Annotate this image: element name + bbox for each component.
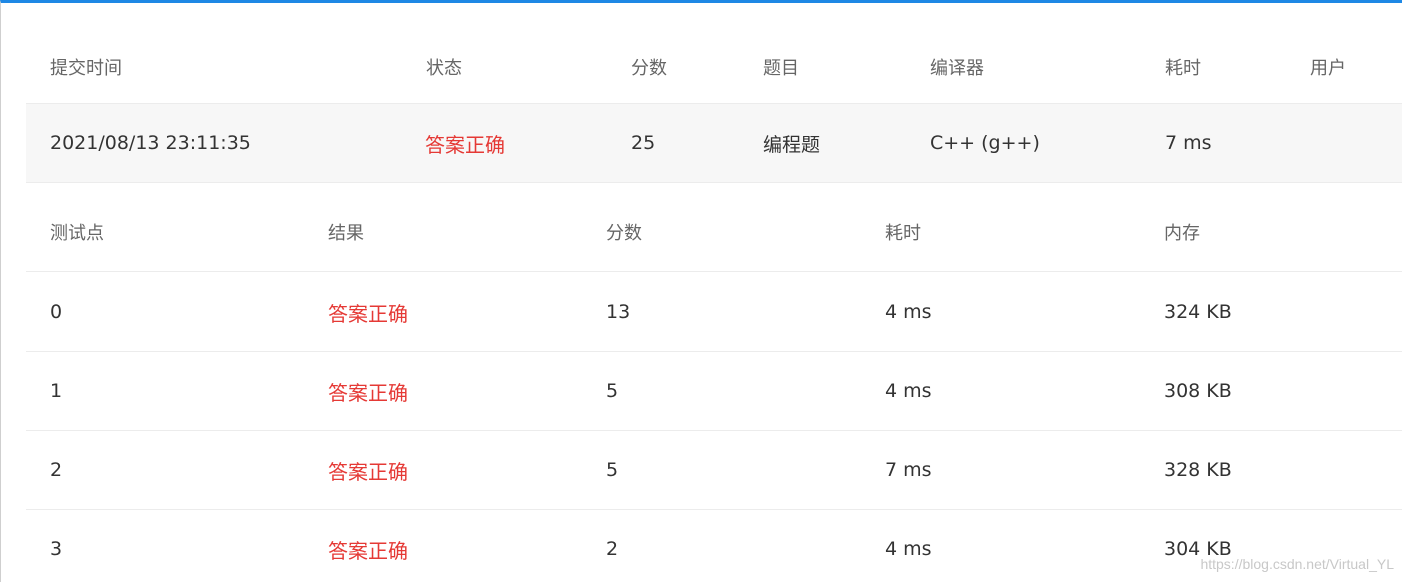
case-memory: 304 KB xyxy=(1164,538,1232,560)
case-score: 2 xyxy=(606,538,619,560)
table-row: 0 答案正确 13 4 ms 324 KB xyxy=(26,273,1402,352)
header-problem: 题目 xyxy=(763,57,799,79)
header-status: 状态 xyxy=(426,57,462,79)
case-score: 5 xyxy=(606,459,619,481)
watermark: https://blog.csdn.net/Virtual_YL xyxy=(1200,556,1394,572)
submit-time: 2021/08/13 23:11:35 xyxy=(50,132,251,154)
case-id: 1 xyxy=(50,380,63,402)
header-test-case: 测试点 xyxy=(50,223,104,244)
case-result: 答案正确 xyxy=(328,459,408,484)
header-submit-time: 提交时间 xyxy=(50,57,122,79)
table-row: 2 答案正确 5 7 ms 328 KB xyxy=(26,431,1402,510)
header-compiler: 编译器 xyxy=(930,57,984,79)
table-row: 1 答案正确 5 4 ms 308 KB xyxy=(26,352,1402,431)
case-elapsed: 4 ms xyxy=(885,538,932,560)
header-case-elapsed: 耗时 xyxy=(885,223,921,244)
summary-row: 2021/08/13 23:11:35 答案正确 25 编程题 C++ (g++… xyxy=(26,103,1402,183)
table-row: 3 答案正确 2 4 ms 304 KB xyxy=(26,510,1402,588)
case-elapsed: 7 ms xyxy=(885,459,932,481)
header-case-score: 分数 xyxy=(606,223,642,244)
case-result: 答案正确 xyxy=(328,538,408,563)
submission-result-panel: 提交时间 状态 分数 题目 编译器 耗时 用户 2021/08/13 23:11… xyxy=(0,0,1402,582)
case-score: 5 xyxy=(606,380,619,402)
submission-status[interactable]: 答案正确 xyxy=(425,104,505,182)
case-result: 答案正确 xyxy=(328,380,408,405)
header-user: 用户 xyxy=(1310,57,1346,79)
case-memory: 328 KB xyxy=(1164,459,1232,481)
case-result: 答案正确 xyxy=(328,301,408,326)
case-memory: 324 KB xyxy=(1164,301,1232,323)
header-memory: 内存 xyxy=(1164,223,1200,244)
problem-name[interactable]: 编程题 xyxy=(763,104,820,182)
submission-score: 25 xyxy=(631,132,656,154)
cases-table-header: 测试点 结果 分数 耗时 内存 xyxy=(26,193,1402,272)
case-id: 2 xyxy=(50,459,63,481)
case-score: 13 xyxy=(606,301,631,323)
header-score: 分数 xyxy=(631,57,667,79)
compiler-name: C++ (g++) xyxy=(930,132,1040,154)
summary-table-header: 提交时间 状态 分数 题目 编译器 耗时 用户 xyxy=(26,31,1402,102)
submission-elapsed: 7 ms xyxy=(1165,132,1212,154)
header-elapsed: 耗时 xyxy=(1165,57,1201,79)
case-elapsed: 4 ms xyxy=(885,380,932,402)
case-id: 0 xyxy=(50,301,63,323)
case-id: 3 xyxy=(50,538,63,560)
header-result: 结果 xyxy=(328,223,364,244)
case-elapsed: 4 ms xyxy=(885,301,932,323)
case-memory: 308 KB xyxy=(1164,380,1232,402)
